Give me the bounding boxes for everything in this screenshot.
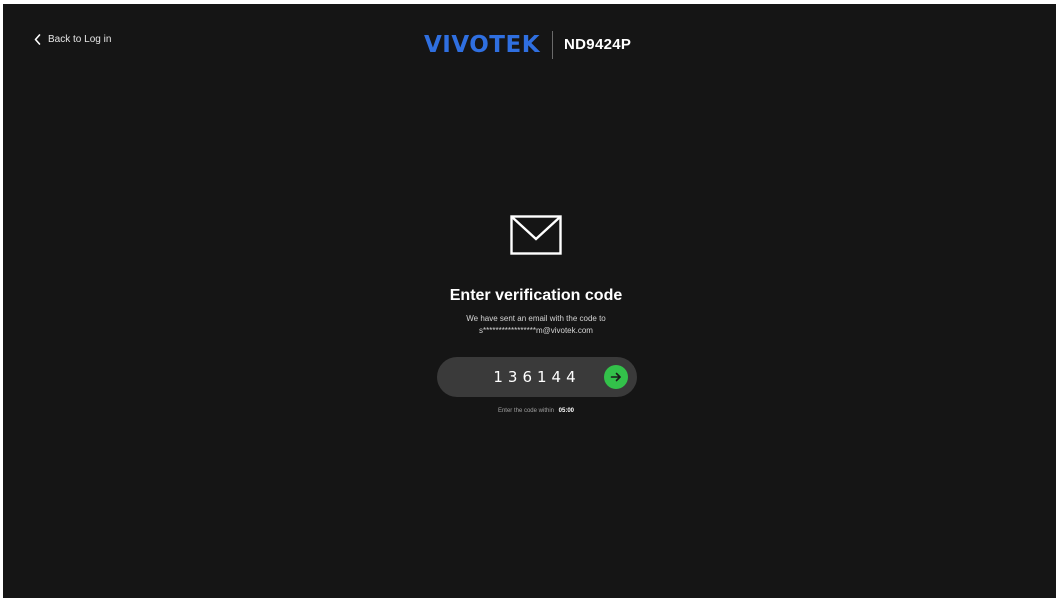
brand-divider (552, 31, 554, 59)
masked-email: s*****************m@vivotek.com (479, 326, 593, 335)
vivotek-logo: VIVOTEK (424, 32, 541, 58)
timer-label: Enter the code within (497, 408, 554, 414)
back-to-login-link[interactable]: Back to Log in (34, 34, 111, 45)
arrow-right-icon (610, 372, 622, 382)
chevron-left-icon (34, 34, 41, 45)
sent-message: We have sent an email with the code to (466, 314, 606, 323)
submit-code-button[interactable] (604, 365, 628, 389)
envelope-icon (510, 215, 562, 260)
timer-countdown: 05:00 (558, 408, 575, 414)
code-input-container (437, 357, 637, 397)
verification-screen: Back to Log in VIVOTEK ND9424P Enter ver… (3, 4, 1056, 598)
page-title: Enter verification code (449, 287, 623, 304)
brand-header: VIVOTEK ND9424P (424, 30, 631, 60)
device-model: ND9424P (564, 36, 632, 53)
code-timer: Enter the code within 05:00 (3, 408, 1060, 414)
back-link-label: Back to Log in (48, 34, 112, 45)
